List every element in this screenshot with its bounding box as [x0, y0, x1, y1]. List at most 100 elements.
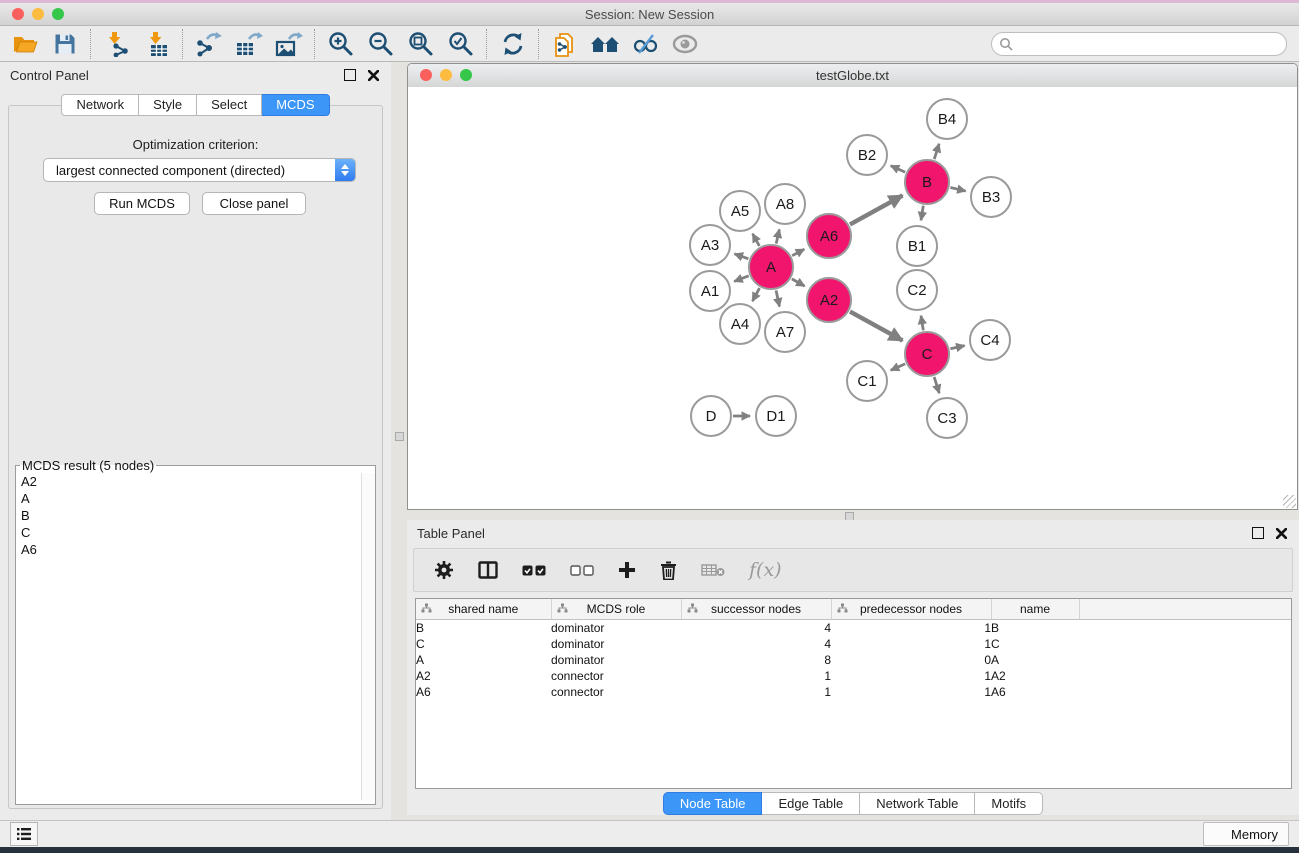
cell-shared-name[interactable]: A2 — [416, 668, 551, 684]
delete-columns-button[interactable] — [660, 561, 677, 580]
open-file-button[interactable] — [10, 30, 40, 58]
cell-shared-name[interactable]: C — [416, 636, 551, 652]
add-column-button[interactable] — [618, 561, 636, 579]
tab-edge-table[interactable]: Edge Table — [762, 792, 860, 815]
refresh-view-button[interactable] — [498, 30, 528, 58]
cell-name[interactable]: C — [991, 636, 1079, 652]
cell-name[interactable]: B — [991, 620, 1079, 637]
graph-edge-b-b4[interactable] — [934, 144, 939, 159]
run-mcds-button[interactable]: Run MCDS — [94, 192, 190, 215]
network-canvas[interactable]: B4B2BB3A8A5A6A3B1AA1C2A2A4A7C4CC1DD1C3 — [408, 87, 1297, 509]
export-image-button[interactable] — [274, 30, 304, 58]
graph-edge-a-a8[interactable] — [776, 229, 779, 243]
network-window-titlebar[interactable]: testGlobe.txt — [408, 64, 1297, 88]
cell-mcds-role[interactable]: dominator — [551, 620, 681, 637]
deselect-all-button[interactable] — [570, 565, 594, 576]
cell-shared-name[interactable]: A — [416, 652, 551, 668]
graph-edge-a-a4[interactable] — [752, 288, 759, 301]
cell-mcds-role[interactable]: dominator — [551, 652, 681, 668]
graph-edge-b-b3[interactable] — [950, 187, 965, 191]
graph-edge-a-a6[interactable] — [792, 249, 804, 255]
zoom-in-button[interactable] — [326, 30, 356, 58]
cell-mcds-role[interactable]: dominator — [551, 636, 681, 652]
cell-predecessor-nodes[interactable]: 1 — [831, 668, 991, 684]
column-header-successor-nodes[interactable]: successor nodes — [681, 599, 831, 620]
cell-successor-nodes[interactable]: 1 — [681, 668, 831, 684]
delete-table-button[interactable] — [701, 563, 725, 577]
graph-edge-a-a1[interactable] — [734, 276, 748, 282]
zoom-out-button[interactable] — [366, 30, 396, 58]
result-item-a6[interactable]: A6 — [16, 541, 362, 558]
resize-grip[interactable] — [1283, 495, 1296, 508]
export-network-button[interactable] — [194, 30, 224, 58]
close-panel-icon[interactable] — [368, 70, 379, 81]
float-panel-icon[interactable] — [344, 69, 356, 81]
table-settings-button[interactable] — [434, 560, 454, 580]
graph-edge-c-c3[interactable] — [934, 377, 939, 393]
task-history-button[interactable] — [10, 822, 38, 846]
zoom-fit-button[interactable] — [406, 30, 436, 58]
zoom-selected-button[interactable] — [446, 30, 476, 58]
first-neighbors-button[interactable] — [590, 30, 620, 58]
graph-edge-a2-c[interactable] — [850, 312, 902, 341]
close-panel-button[interactable]: Close panel — [202, 192, 306, 215]
result-item-a[interactable]: A — [16, 490, 362, 507]
cell-predecessor-nodes[interactable]: 1 — [831, 684, 991, 700]
import-table-button[interactable] — [142, 30, 172, 58]
cell-successor-nodes[interactable]: 4 — [681, 620, 831, 637]
column-header-shared-name[interactable]: shared name — [416, 599, 551, 620]
tab-motifs[interactable]: Motifs — [975, 792, 1043, 815]
save-session-button[interactable] — [50, 30, 80, 58]
column-header-predecessor-nodes[interactable]: predecessor nodes — [831, 599, 991, 620]
show-column-panel-button[interactable] — [478, 561, 498, 579]
cell-successor-nodes[interactable]: 4 — [681, 636, 831, 652]
graph-edge-a-a7[interactable] — [776, 290, 779, 306]
show-graphics-details-button[interactable] — [670, 30, 700, 58]
apply-function-button[interactable]: f(x) — [749, 559, 782, 581]
hide-selected-button[interactable] — [630, 30, 660, 58]
tab-network[interactable]: Network — [61, 94, 139, 116]
cell-name[interactable]: A2 — [991, 668, 1079, 684]
search-input[interactable] — [991, 32, 1287, 56]
select-all-button[interactable] — [522, 565, 546, 576]
close-table-panel-icon[interactable] — [1276, 528, 1287, 539]
float-table-panel-icon[interactable] — [1252, 527, 1264, 539]
cell-successor-nodes[interactable]: 8 — [681, 652, 831, 668]
graph-edge-c-c4[interactable] — [950, 346, 964, 349]
cell-mcds-role[interactable]: connector — [551, 668, 681, 684]
graph-edge-c-c2[interactable] — [921, 316, 923, 331]
cell-shared-name[interactable]: A6 — [416, 684, 551, 700]
graph-edge-c-c1[interactable] — [891, 364, 905, 370]
result-item-b[interactable]: B — [16, 507, 362, 524]
cell-successor-nodes[interactable]: 1 — [681, 684, 831, 700]
export-table-button[interactable] — [234, 30, 264, 58]
column-header-name[interactable]: name — [991, 599, 1079, 620]
table-row[interactable]: Bdominator41B — [416, 620, 1291, 637]
graph-edge-a-a3[interactable] — [734, 254, 748, 259]
cell-name[interactable]: A — [991, 652, 1079, 668]
graph-edge-b-b2[interactable] — [891, 166, 905, 172]
graph-edge-a-a5[interactable] — [753, 234, 760, 246]
result-scrollbar[interactable] — [361, 473, 375, 800]
memory-button[interactable]: Memory — [1203, 822, 1289, 846]
cell-predecessor-nodes[interactable]: 1 — [831, 620, 991, 637]
tab-network-table[interactable]: Network Table — [860, 792, 975, 815]
graph-edge-b-b1[interactable] — [921, 206, 923, 221]
optimization-dropdown[interactable]: largest connected component (directed) — [43, 158, 356, 182]
table-row[interactable]: A2connector11A2 — [416, 668, 1291, 684]
cell-name[interactable]: A6 — [991, 684, 1079, 700]
cell-predecessor-nodes[interactable]: 0 — [831, 652, 991, 668]
graph-edge-a-a2[interactable] — [792, 279, 805, 286]
table-row[interactable]: Cdominator41C — [416, 636, 1291, 652]
tab-node-table[interactable]: Node Table — [663, 792, 763, 815]
column-header-mcds-role[interactable]: MCDS role — [551, 599, 681, 620]
cell-mcds-role[interactable]: connector — [551, 684, 681, 700]
cell-predecessor-nodes[interactable]: 1 — [831, 636, 991, 652]
graph-edge-a6-b[interactable] — [850, 196, 902, 225]
tab-mcds[interactable]: MCDS — [262, 94, 329, 116]
table-row[interactable]: Adominator80A — [416, 652, 1291, 668]
vertical-divider-handle[interactable] — [395, 432, 404, 441]
result-item-a2[interactable]: A2 — [16, 473, 362, 490]
result-item-c[interactable]: C — [16, 524, 362, 541]
tab-select[interactable]: Select — [197, 94, 262, 116]
